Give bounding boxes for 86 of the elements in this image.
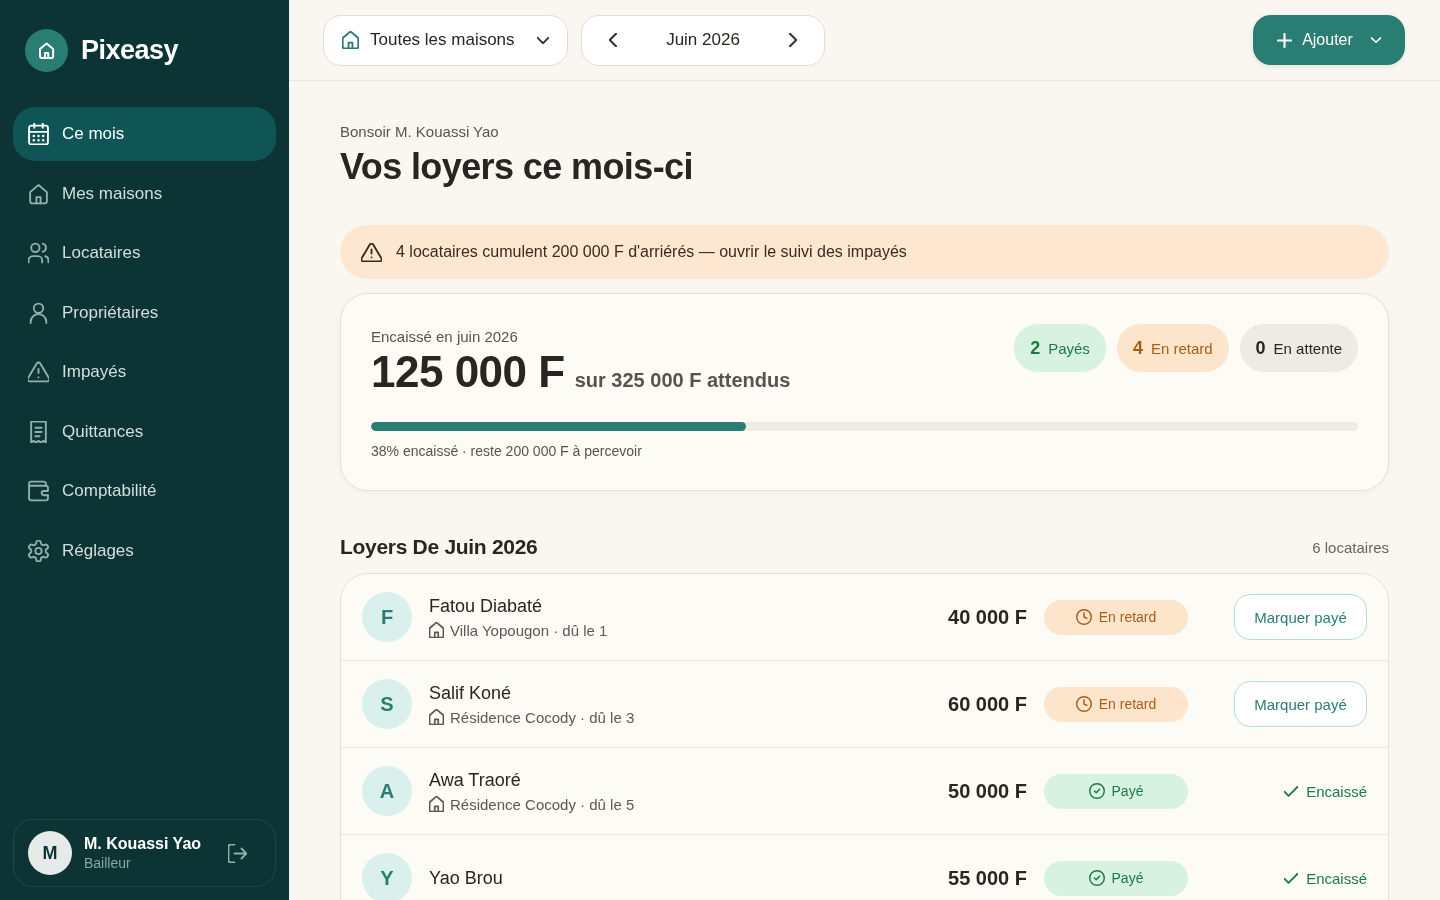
status-label: En retard xyxy=(1098,609,1157,625)
mark-paid-button[interactable]: Marquer payé xyxy=(1234,681,1367,727)
tenant-name: Salif Koné xyxy=(429,682,513,704)
previous-month-button[interactable] xyxy=(609,33,617,47)
chip-count: 0 xyxy=(1255,337,1266,359)
status-chip[interactable]: 0 En attente xyxy=(1239,324,1358,372)
status-label: En retard xyxy=(1098,696,1157,712)
nav-item[interactable]: Comptabilité xyxy=(13,464,276,518)
add-button[interactable]: Ajouter xyxy=(1253,15,1405,65)
check-icon xyxy=(1284,872,1299,884)
status-chip[interactable]: 4 En retard xyxy=(1116,324,1229,372)
settings-icon xyxy=(28,539,49,562)
plus-icon xyxy=(1277,32,1293,48)
rent-amount: 40 000 F xyxy=(948,605,1027,629)
collected-label: Encaissé xyxy=(1306,782,1367,800)
user-name: M. Kouassi Yao xyxy=(84,835,203,853)
logout-icon xyxy=(228,843,247,863)
summary-caption: Encaissé en juin 2026 xyxy=(371,328,519,345)
next-month-button[interactable] xyxy=(789,33,797,47)
tenant-name: Yao Brou xyxy=(429,867,503,889)
property-due-date: Villa Yopougon · dû le 1 xyxy=(450,621,608,639)
mark-paid-button[interactable]: Marquer payé xyxy=(1234,594,1367,640)
rent-amount: 55 000 F xyxy=(948,866,1027,890)
calendar-icon xyxy=(28,123,49,145)
logout-button[interactable] xyxy=(228,843,247,863)
tenant-count: 6 locataires xyxy=(1312,538,1389,556)
rent-amount: 50 000 F xyxy=(948,779,1027,803)
chip-label: Payés xyxy=(1048,339,1090,357)
clock-icon xyxy=(1075,696,1092,712)
warning-icon xyxy=(28,361,49,383)
chevron-down-icon xyxy=(1370,37,1381,43)
home-icon xyxy=(28,182,49,205)
home-icon xyxy=(429,709,444,725)
page-title: Vos loyers ce mois-ci xyxy=(340,146,694,188)
month-label: Juin 2026 xyxy=(666,30,740,50)
chip-count: 4 xyxy=(1132,337,1143,359)
status-label: Payé xyxy=(1111,870,1144,886)
check-circle-icon xyxy=(1088,783,1105,799)
nav-item[interactable]: Locataires xyxy=(13,226,276,280)
rent-amount: 60 000 F xyxy=(948,692,1027,716)
nav-item[interactable]: Propriétaires xyxy=(13,285,276,340)
tenant-name: Fatou Diabaté xyxy=(429,595,544,617)
chevron-down-icon xyxy=(537,36,549,44)
receipt-icon xyxy=(28,420,49,443)
property-due-date: Résidence Cocody · dû le 3 xyxy=(450,708,635,726)
collected-amount: 125 000 F xyxy=(371,347,565,397)
status-chip[interactable]: 2 Payés xyxy=(1014,324,1106,372)
clock-icon xyxy=(1075,609,1092,625)
logo-icon xyxy=(25,29,68,72)
check-circle-icon xyxy=(1088,870,1105,886)
home-icon xyxy=(429,622,444,638)
check-icon xyxy=(1284,785,1299,797)
nav-item[interactable]: Mes maisons xyxy=(13,166,276,221)
arrears-alert-banner[interactable]: 4 locataires cumulent 200 000 F d'arriérés — ouvrir le suivi des impayés xyxy=(340,225,1389,279)
tenant-name: Awa Traoré xyxy=(429,769,522,791)
house-filter-dropdown[interactable]: Toutes les maisons xyxy=(323,14,568,66)
brand-name: Pixeasy xyxy=(81,35,179,66)
section-title: Loyers De Juin 2026 xyxy=(340,535,538,559)
home-icon xyxy=(342,31,359,49)
wallet-icon xyxy=(28,480,49,502)
user-role: Bailleur xyxy=(84,855,132,871)
chip-label: En retard xyxy=(1150,339,1213,357)
tenant-avatar: F xyxy=(362,592,412,642)
tenant-avatar: A xyxy=(362,766,412,816)
collected-label: Encaissé xyxy=(1306,869,1367,887)
user-icon xyxy=(28,301,49,324)
chip-label: En attente xyxy=(1273,339,1342,357)
chevron-left-icon xyxy=(609,33,617,47)
home-icon xyxy=(429,796,444,812)
nav-item[interactable]: Ce mois xyxy=(13,107,276,161)
expected-amount: sur 325 000 F attendus xyxy=(574,369,791,392)
property-due-date: Résidence Cocody · dû le 5 xyxy=(450,795,635,813)
greeting: Bonsoir M. Kouassi Yao xyxy=(340,123,500,140)
chip-count: 2 xyxy=(1030,337,1041,359)
progress-caption: 38% encaissé · reste 200 000 F à percevoir xyxy=(371,443,643,459)
user-avatar: M xyxy=(28,831,72,875)
tenant-avatar: S xyxy=(362,679,412,729)
nav-item[interactable]: Réglages xyxy=(13,523,276,578)
warning-icon xyxy=(361,242,382,262)
nav-item[interactable]: Quittances xyxy=(13,404,276,459)
users-icon xyxy=(28,242,49,264)
status-label: Payé xyxy=(1111,783,1144,799)
tenant-avatar: Y xyxy=(362,853,412,900)
alert-text: 4 locataires cumulent 200 000 F d'arriérés — ouvrir le suivi des impayés xyxy=(396,243,907,261)
nav-item[interactable]: Impayés xyxy=(13,345,276,399)
chevron-right-icon xyxy=(789,33,797,47)
